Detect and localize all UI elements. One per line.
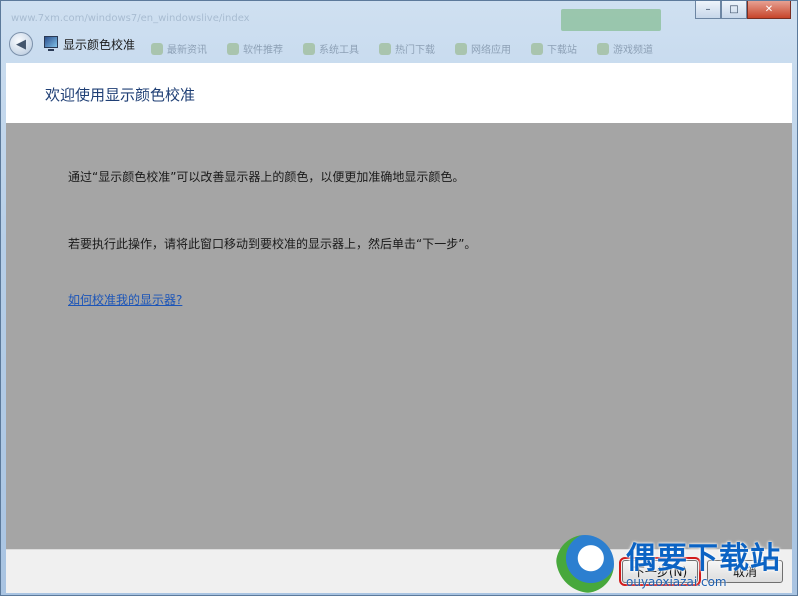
bookmark-icon [531, 42, 543, 55]
back-arrow-icon: ◀ [16, 36, 26, 52]
background-bookmarks: 最新资讯 软件推荐 系统工具 热门下载 网络应用 下载站 游戏频道 [151, 41, 653, 56]
button-bar: 下一步(N) 取消 [6, 549, 792, 593]
instruction-paragraph: 若要执行此操作，请将此窗口移动到要校准的显示器上，然后单击“下一步”。 [68, 237, 477, 251]
bookmark-icon [227, 42, 239, 55]
window-frame: www.7xm.com/windows7/en_windowslive/inde… [0, 0, 798, 596]
window-title: 显示颜色校准 [63, 38, 136, 52]
bookmark-icon [379, 42, 391, 55]
cancel-button[interactable]: 取消 [707, 560, 783, 583]
monitor-icon [44, 36, 58, 51]
background-bookmark: 下载站 [531, 41, 577, 56]
background-bookmark: 热门下载 [379, 41, 435, 56]
bookmark-icon [151, 42, 163, 55]
minimize-button[interactable]: – [695, 1, 721, 19]
background-bookmark: 游戏频道 [597, 41, 653, 56]
next-button[interactable]: 下一步(N) [619, 557, 701, 586]
window-caption-buttons: – □ ✕ [695, 1, 791, 19]
page-heading: 欢迎使用显示颜色校准 [45, 86, 196, 104]
header-band: 欢迎使用显示颜色校准 [6, 63, 792, 123]
intro-paragraph: 通过“显示颜色校准”可以改善显示器上的颜色，以便更加准确地显示颜色。 [68, 170, 465, 184]
background-green-button [561, 9, 661, 31]
content-area: 通过“显示颜色校准”可以改善显示器上的颜色，以便更加准确地显示颜色。 若要执行此… [6, 123, 792, 549]
back-button[interactable]: ◀ [9, 32, 33, 56]
bookmark-icon [455, 42, 467, 55]
background-bookmark: 系统工具 [303, 41, 359, 56]
background-bookmark: 最新资讯 [151, 41, 207, 56]
background-bookmark: 软件推荐 [227, 41, 283, 56]
bookmark-icon [303, 42, 315, 55]
maximize-button[interactable]: □ [721, 1, 747, 19]
help-link[interactable]: 如何校准我的显示器? [68, 291, 182, 308]
close-button[interactable]: ✕ [747, 1, 791, 19]
background-url: www.7xm.com/windows7/en_windowslive/inde… [11, 13, 250, 24]
bookmark-icon [597, 42, 609, 55]
background-bookmark: 网络应用 [455, 41, 511, 56]
